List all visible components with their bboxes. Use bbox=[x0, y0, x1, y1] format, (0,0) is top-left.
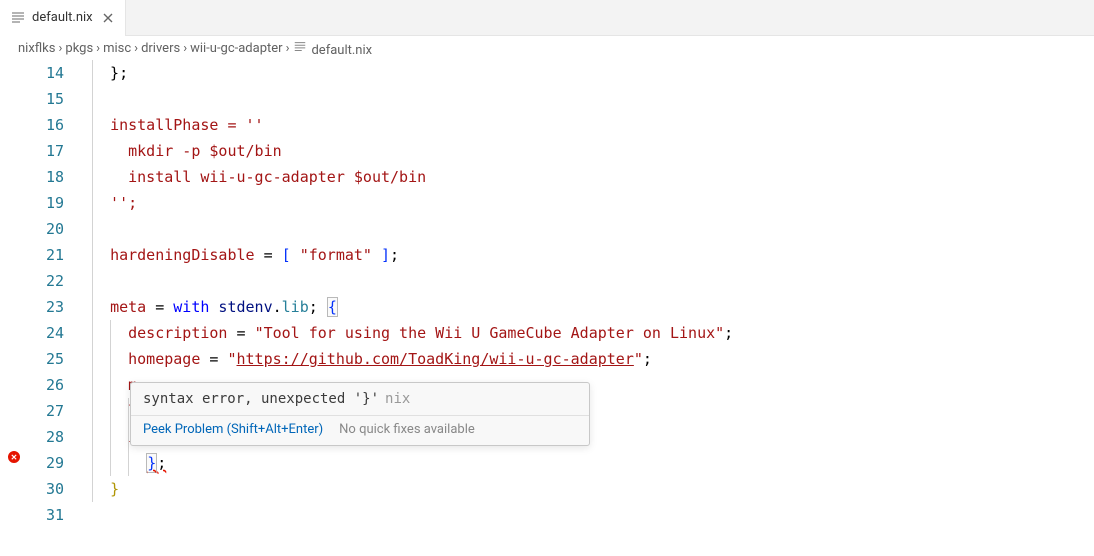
breadcrumb-item[interactable]: nixflks bbox=[18, 41, 55, 56]
line-number: 29 bbox=[28, 450, 64, 476]
glyph-margin bbox=[0, 60, 28, 528]
hover-message-text: syntax error, unexpected '}' bbox=[143, 391, 379, 407]
close-icon[interactable] bbox=[99, 9, 117, 27]
hover-source: nix bbox=[385, 391, 410, 407]
line-number: 23 bbox=[28, 294, 64, 320]
breadcrumb-item[interactable]: drivers bbox=[141, 41, 180, 56]
code-line: }; bbox=[92, 60, 1094, 86]
breadcrumb-item[interactable]: misc bbox=[103, 41, 131, 56]
line-number: 20 bbox=[28, 216, 64, 242]
breadcrumb-item[interactable]: wii-u-gc-adapter bbox=[190, 41, 282, 56]
line-number: 14 bbox=[28, 60, 64, 86]
code-line: } bbox=[92, 476, 1094, 502]
hover-actions: Peek Problem (Shift+Alt+Enter) No quick … bbox=[131, 415, 589, 439]
code-line: hardeningDisable = [ "format" ]; bbox=[92, 242, 1094, 268]
hover-message: syntax error, unexpected '}' nix bbox=[131, 389, 589, 415]
line-number: 22 bbox=[28, 268, 64, 294]
code-line: }; bbox=[92, 450, 1094, 476]
code-line bbox=[92, 268, 1094, 294]
tab-bar: default.nix bbox=[0, 0, 1094, 36]
code-line: homepage = "https://github.com/ToadKing/… bbox=[92, 346, 1094, 372]
editor-tab[interactable]: default.nix bbox=[0, 0, 126, 36]
problem-hover-popup: syntax error, unexpected '}' nix Peek Pro… bbox=[130, 382, 590, 446]
chevron-right-icon: › bbox=[285, 41, 291, 56]
chevron-right-icon: › bbox=[57, 41, 63, 56]
file-icon bbox=[10, 10, 26, 26]
line-number: 17 bbox=[28, 138, 64, 164]
line-number: 25 bbox=[28, 346, 64, 372]
code-line: ''; bbox=[92, 190, 1094, 216]
line-number: 27 bbox=[28, 398, 64, 424]
code-line bbox=[92, 86, 1094, 112]
breadcrumb-item[interactable]: default.nix bbox=[292, 39, 372, 58]
no-quick-fixes-label: No quick fixes available bbox=[339, 422, 475, 437]
line-number: 31 bbox=[28, 502, 64, 528]
line-number-gutter: 14 15 16 17 18 19 20 21 22 23 24 25 26 2… bbox=[28, 60, 70, 528]
chevron-right-icon: › bbox=[133, 41, 139, 56]
code-area[interactable]: }; installPhase = '' mkdir -p $out/bin i… bbox=[70, 60, 1094, 528]
code-line: install wii-u-gc-adapter $out/bin bbox=[92, 164, 1094, 190]
peek-problem-link[interactable]: Peek Problem (Shift+Alt+Enter) bbox=[143, 422, 323, 437]
tab-label: default.nix bbox=[32, 10, 93, 25]
code-line: description = "Tool for using the Wii U … bbox=[92, 320, 1094, 346]
code-line: meta = with stdenv.lib; { bbox=[92, 294, 1094, 320]
line-number: 15 bbox=[28, 86, 64, 112]
code-editor[interactable]: 14 15 16 17 18 19 20 21 22 23 24 25 26 2… bbox=[0, 60, 1094, 528]
line-number: 21 bbox=[28, 242, 64, 268]
chevron-right-icon: › bbox=[182, 41, 188, 56]
file-icon bbox=[292, 39, 308, 55]
breadcrumb-label: default.nix bbox=[311, 43, 372, 58]
code-line: mkdir -p $out/bin bbox=[92, 138, 1094, 164]
breadcrumb-item[interactable]: pkgs bbox=[65, 41, 93, 56]
line-number: 19 bbox=[28, 190, 64, 216]
line-number: 16 bbox=[28, 112, 64, 138]
code-line bbox=[92, 216, 1094, 242]
error-glyph-icon[interactable] bbox=[7, 450, 21, 464]
line-number: 30 bbox=[28, 476, 64, 502]
code-line: installPhase = '' bbox=[92, 112, 1094, 138]
line-number: 24 bbox=[28, 320, 64, 346]
chevron-right-icon: › bbox=[95, 41, 101, 56]
breadcrumb: nixflks › pkgs › misc › drivers › wii-u-… bbox=[0, 36, 1094, 60]
line-number: 26 bbox=[28, 372, 64, 398]
code-line bbox=[92, 502, 1094, 528]
line-number: 28 bbox=[28, 424, 64, 450]
line-number: 18 bbox=[28, 164, 64, 190]
